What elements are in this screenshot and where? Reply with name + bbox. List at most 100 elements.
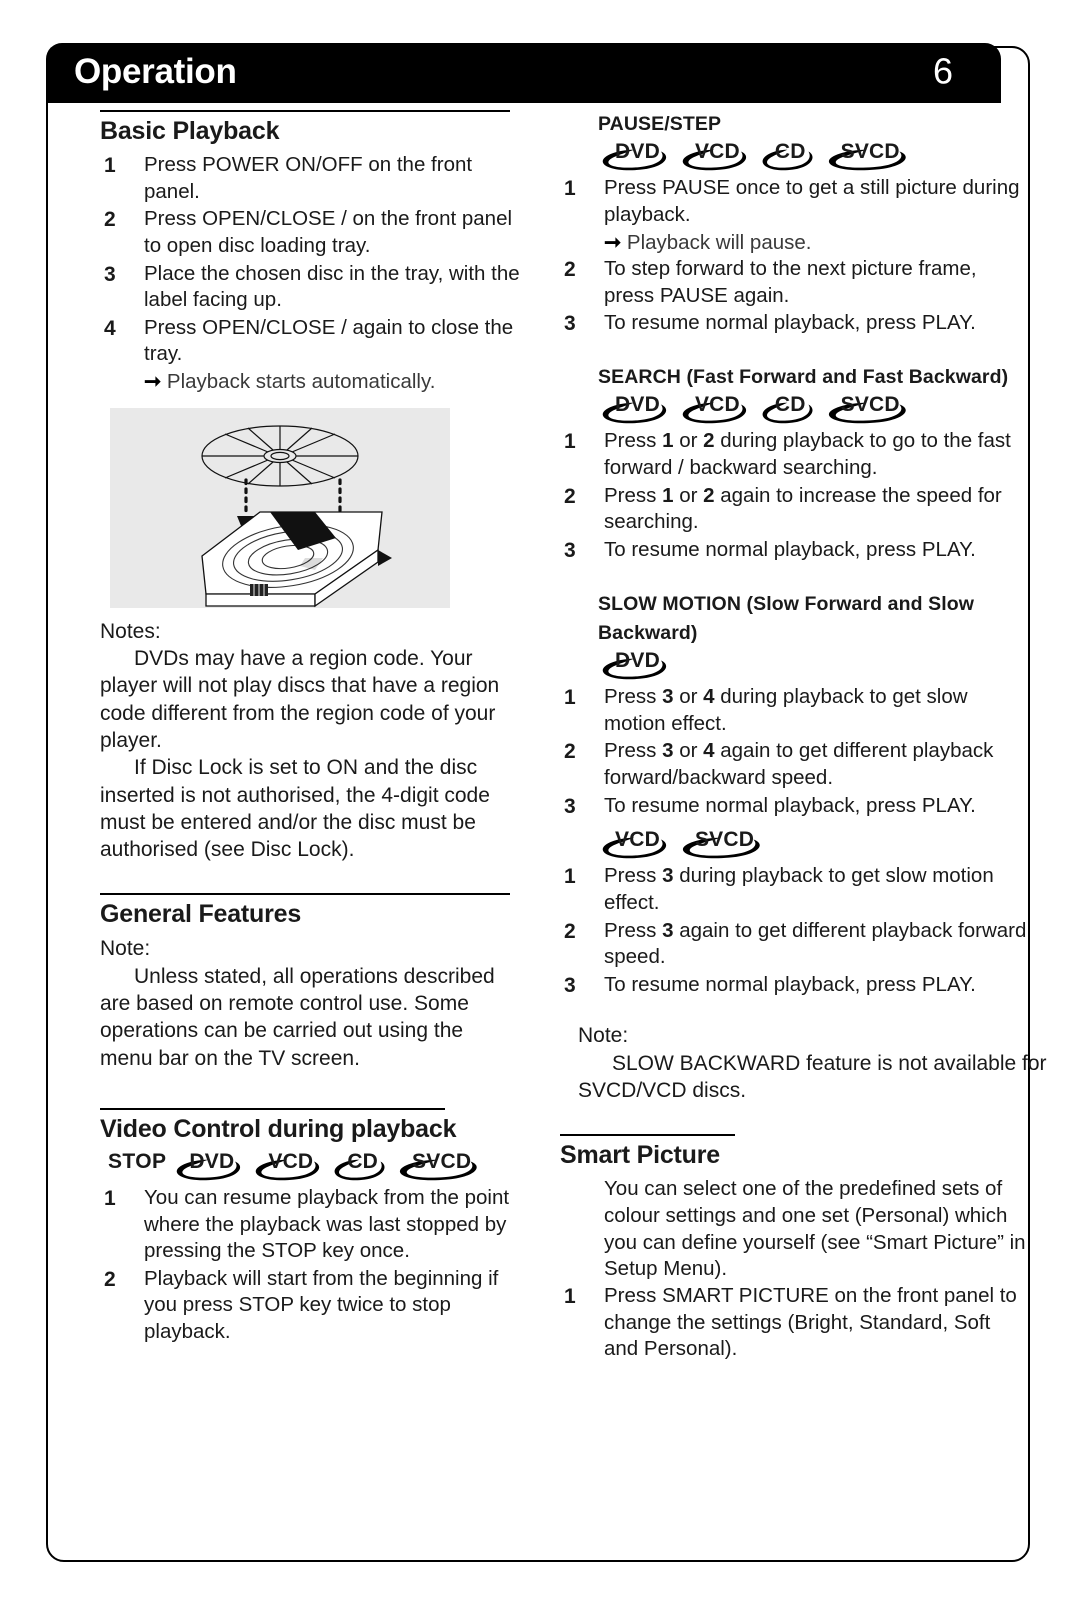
slow-motion-heading: SLOW MOTION (Slow Forward and Slow Backw… <box>598 592 975 644</box>
step-item: 3 To resume normal playback, press PLAY. <box>560 537 1030 564</box>
disc-loading-tray-illustration <box>110 407 450 608</box>
disc-badge-svcd: SVCD <box>828 393 911 426</box>
disc-badge-label: DVD <box>615 393 660 417</box>
section-divider-rule <box>100 893 510 896</box>
step-number: 4 <box>104 316 116 340</box>
step-text: Place the chosen disc in the tray, with … <box>144 261 520 312</box>
video-control-heading: Video Control during playback <box>100 1114 457 1143</box>
step-number: 1 <box>564 1284 576 1308</box>
basic-playback-heading: Basic Playback <box>100 117 280 145</box>
disc-badge-label: SVCD <box>840 140 900 164</box>
note-heading: Note: <box>100 937 151 961</box>
section-divider-rule <box>100 1107 445 1110</box>
step-text-pre: Press <box>604 483 663 507</box>
slow-motion-vcd-badge-row: VCD SVCD <box>560 829 1030 861</box>
step-item: 2 To step forward to the next picture fr… <box>560 256 1030 309</box>
search-steps: 1 Press 1 or 2 during playback to go to … <box>560 428 1030 563</box>
step-item: 1 You can resume playback from the point… <box>100 1185 520 1265</box>
pause-step-heading: PAUSE/STEP <box>598 113 722 135</box>
section-divider-rule <box>560 1134 735 1137</box>
step-item: 1 Press 3 during playback to get slow mo… <box>560 863 1030 916</box>
step-item: 3 To resume normal playback, press PLAY. <box>560 310 1030 337</box>
disc-badge-label: SVCD <box>840 393 900 417</box>
remote-key-glyph: 4 <box>703 685 715 709</box>
disc-badge-vcd: VCD <box>682 393 751 426</box>
pause-step-disc-badge-row: DVD VCD CD SVCD <box>560 141 1030 173</box>
right-column: PAUSE/STEP DVD VCD CD SVCD 1 Press PAUSE… <box>560 110 1047 1364</box>
step-text-pre: Press <box>604 685 663 709</box>
disc-badge-dvd: DVD <box>602 141 671 173</box>
notes-paragraph: If Disc Lock is set to ON and the disc i… <box>100 756 490 862</box>
disc-badge-label: SVCD <box>412 1149 472 1173</box>
step-number: 2 <box>104 208 116 232</box>
stop-disc-badge-row: STOP DVD VCD CD SVCD <box>100 1150 520 1183</box>
left-column: Basic Playback 1 Press POWER ON/OFF on t… <box>100 110 520 1347</box>
step-number: 2 <box>564 919 576 943</box>
step-number: 1 <box>104 154 116 177</box>
step-item: 4 Press OPEN/CLOSE / again to close the … <box>100 315 520 368</box>
step-text: Press OPEN/CLOSE / again to close the tr… <box>144 315 514 366</box>
disc-badge-dvd: DVD <box>602 650 671 682</box>
search-disc-badge-row: DVD VCD CD SVCD <box>560 394 1030 426</box>
step-text: Press POWER ON/OFF on the front panel. <box>144 153 473 203</box>
step-text-pre: Press <box>604 918 663 942</box>
step-number: 1 <box>564 686 576 710</box>
step-text-pre: To resume normal playback, press PLAY. <box>604 972 976 996</box>
disc-badge-cd: CD <box>334 1151 389 1183</box>
disc-badge-label: DVD <box>189 1149 235 1173</box>
right-arrow-icon: ➞ <box>144 370 162 394</box>
disc-badge-cd: CD <box>762 141 817 173</box>
remote-key-glyph: 1 <box>662 483 674 507</box>
page-number: 6 <box>932 50 953 92</box>
disc-badge-vcd: VCD <box>256 1149 324 1183</box>
step-text: You can resume playback from the point w… <box>144 1185 510 1263</box>
step-item: 1 Press SMART PICTURE on the front panel… <box>560 1283 1030 1363</box>
step-text: Press PAUSE once to get a still picture … <box>604 176 1020 226</box>
notes-paragraph: DVDs may have a region code. Your player… <box>100 647 500 752</box>
right-arrow-icon: ➞ <box>604 230 622 254</box>
note-text: Unless stated, all operations described … <box>100 964 495 1070</box>
disc-badge-label: VCD <box>694 393 740 417</box>
step-item: 3 To resume normal playback, press PLAY. <box>560 793 1030 820</box>
remote-key-glyph: 2 <box>703 429 715 453</box>
step-item: 3 To resume normal playback, press PLAY. <box>560 972 1030 999</box>
step-number: 2 <box>104 1267 116 1291</box>
disc-badge-label: VCD <box>694 140 740 164</box>
general-features-note: Note: Unless stated, all operations desc… <box>100 935 520 1071</box>
page-title: Operation <box>74 52 237 92</box>
disc-badge-vcd: VCD <box>682 140 751 173</box>
step-text: To resume normal playback, press PLAY. <box>604 311 976 335</box>
smart-picture-heading: Smart Picture <box>560 1141 720 1170</box>
step-item: 1 Press 1 or 2 during playback to go to … <box>560 428 1030 481</box>
step-number: 1 <box>564 865 576 889</box>
disc-badge-svcd: SVCD <box>399 1149 482 1183</box>
step-text-mid: or <box>673 429 704 453</box>
remote-key-glyph: 2 <box>703 483 715 507</box>
note-text: SLOW BACKWARD feature is not available f… <box>578 1051 1047 1103</box>
remote-key-glyph: 3 <box>662 918 674 942</box>
step-item: 1 Press PAUSE once to get a still pictur… <box>560 175 1030 228</box>
section-smart-picture: Smart Picture You can select one of the … <box>560 1134 1030 1362</box>
remote-key-glyph: 3 <box>662 864 674 888</box>
step-text-pre: Press <box>604 864 663 888</box>
step-item: 2 Press 1 or 2 again to increase the spe… <box>560 483 1030 536</box>
basic-playback-steps: 1 Press POWER ON/OFF on the front panel.… <box>100 152 520 368</box>
remote-key-glyph: 1 <box>662 429 674 453</box>
pause-step-steps-cont: 2 To step forward to the next picture fr… <box>560 256 1030 337</box>
step-number: 2 <box>564 740 576 764</box>
step-text: Playback will start from the beginning i… <box>144 1266 499 1344</box>
section-pause-step: PAUSE/STEP DVD VCD CD SVCD 1 Press PAUSE… <box>560 110 1030 337</box>
step-item: 2 Playback will start from the beginning… <box>100 1266 520 1346</box>
disc-badge-label: VCD <box>268 1149 314 1173</box>
step-text-pre: To resume normal playback, press PLAY. <box>604 793 976 817</box>
step-text-mid: or <box>673 483 704 507</box>
slow-motion-note: Note: SLOW BACKWARD feature is not avail… <box>560 1022 1056 1104</box>
step-number: 3 <box>104 262 116 286</box>
disc-badge-dvd: DVD <box>177 1149 245 1183</box>
remote-key-glyph: 3 <box>662 685 674 709</box>
step-number: 3 <box>564 973 576 997</box>
step-item: 1 Press POWER ON/OFF on the front panel. <box>100 152 520 205</box>
step-item: 1 Press 3 or 4 during playback to get sl… <box>560 684 1030 737</box>
step-number: 3 <box>564 794 576 818</box>
step-text-mid: or <box>673 739 704 763</box>
